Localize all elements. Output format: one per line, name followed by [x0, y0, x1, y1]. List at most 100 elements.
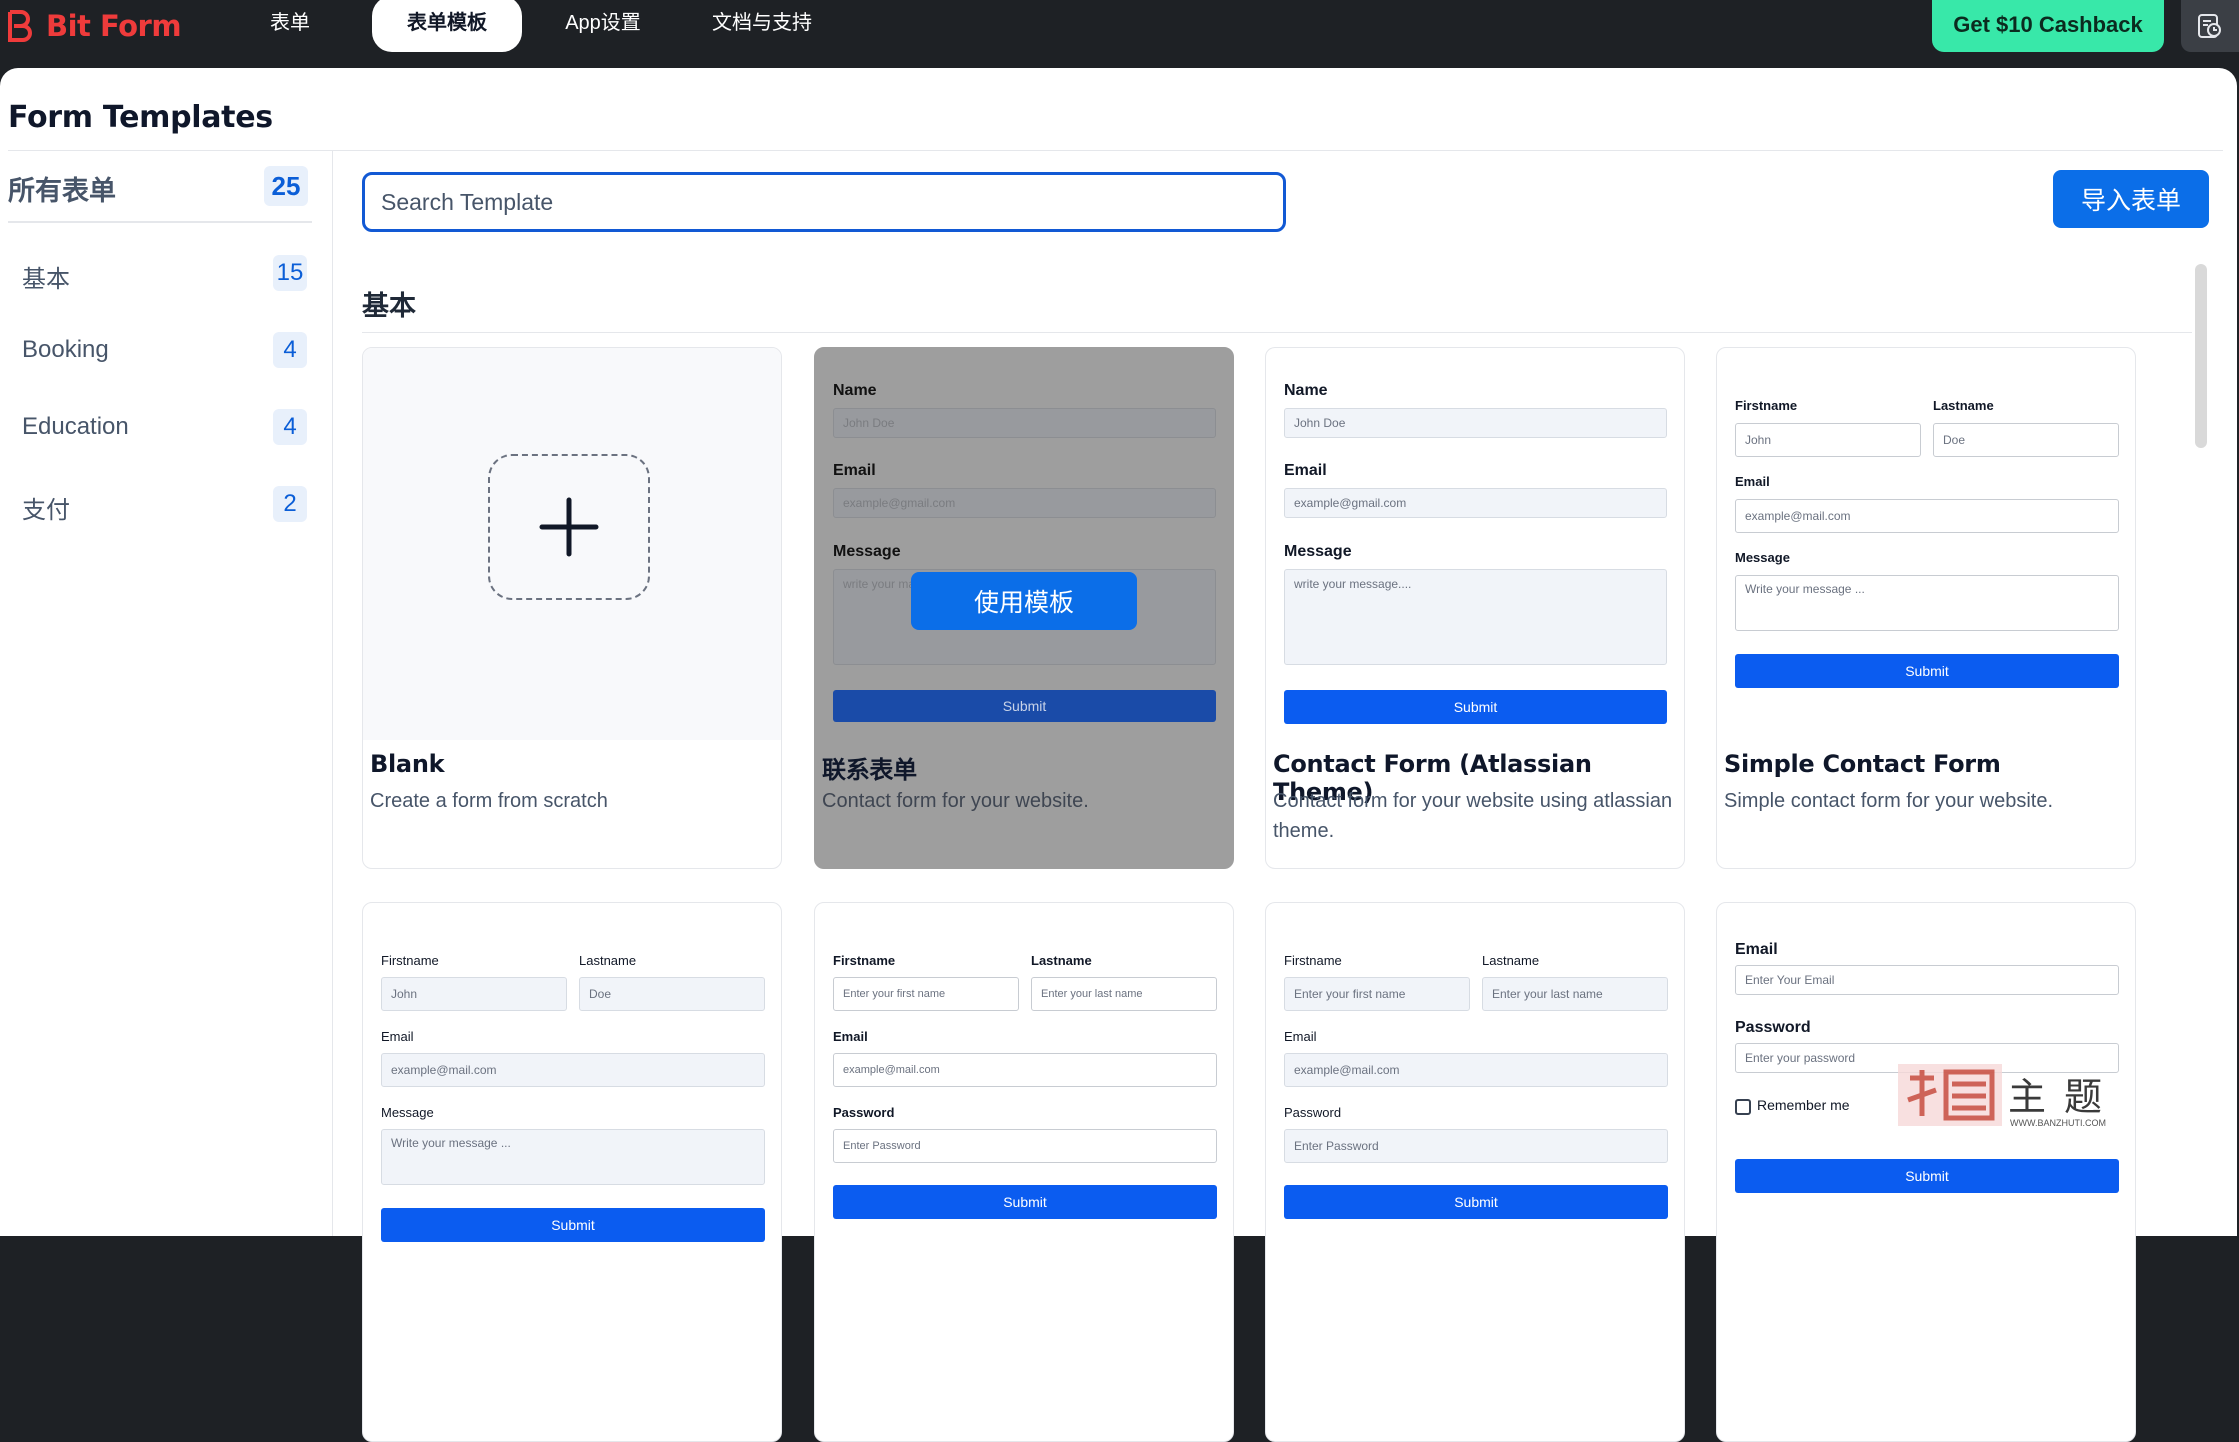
template-name: Simple Contact Form [1724, 750, 2001, 778]
firstname-input: John [1735, 423, 1921, 457]
lastname-input: Enter your last name [1482, 977, 1668, 1011]
firstname-input: Enter your first name [833, 977, 1019, 1011]
section-divider [362, 332, 2192, 333]
template-description: Contact form for your website using atla… [1273, 790, 1673, 842]
changelog-icon [2198, 14, 2221, 38]
nav-forms[interactable]: 表单 [250, 0, 330, 50]
nav-app-settings[interactable]: App设置 [548, 0, 658, 50]
field-label: Email [833, 1029, 868, 1044]
email-input: example@mail.com [1284, 1053, 1668, 1087]
field-label: Firstname [1735, 398, 1798, 413]
password-input: Enter Password [833, 1129, 1217, 1163]
template-card-row2-3[interactable]: Firstname Lastname Enter your first name… [1265, 902, 1685, 1442]
category-count-badge: 4 [273, 409, 307, 445]
category-count-badge: 15 [273, 255, 307, 291]
category-payment[interactable]: 支付 2 [8, 474, 312, 534]
section-title: 基本 [362, 291, 416, 321]
template-card-row2-1[interactable]: Firstname Lastname John Doe Email exampl… [362, 902, 782, 1442]
email-input: example@mail.com [1735, 499, 2119, 533]
message-input: Write your message ... [1735, 575, 2119, 631]
category-basic[interactable]: 基本 15 [8, 243, 312, 303]
email-input: example@mail.com [381, 1053, 765, 1087]
category-booking[interactable]: Booking 4 [8, 320, 312, 380]
use-template-button[interactable]: 使用模板 [911, 572, 1137, 630]
template-name: Blank [370, 750, 445, 778]
lastname-input: Doe [579, 977, 765, 1011]
app-name: Bit Form [46, 9, 182, 43]
template-card-contact-form[interactable]: Name John Doe Email example@gmail.com Me… [814, 347, 1234, 869]
field-label: Firstname [833, 953, 896, 968]
preview-submit-button: Submit [1735, 1159, 2119, 1193]
preview-submit-button: Submit [833, 690, 1216, 722]
email-input: example@mail.com [833, 1053, 1217, 1087]
template-description: Create a form from scratch [370, 790, 608, 812]
field-label: Email [1735, 941, 1778, 958]
message-input: Write your message ... [381, 1129, 765, 1185]
template-name: 联系表单 [822, 756, 917, 784]
category-education[interactable]: Education 4 [8, 397, 312, 457]
field-label: Email [381, 1029, 414, 1044]
template-card-row2-4[interactable]: Email Enter Your Email Password Enter yo… [1716, 902, 2136, 1442]
add-blank-box [488, 454, 650, 600]
email-input: example@gmail.com [833, 488, 1216, 518]
template-card-blank[interactable]: Blank Create a form from scratch [362, 347, 782, 869]
field-label: Lastname [1933, 398, 1994, 413]
bit-form-logo-icon [8, 10, 32, 42]
field-label: Message [833, 543, 901, 560]
field-label: Message [381, 1105, 434, 1120]
field-label: Firstname [381, 953, 439, 968]
category-sidebar: 所有表单 25 基本 15 Booking 4 Education 4 支付 2 [0, 151, 333, 1236]
field-label: Lastname [1482, 953, 1540, 968]
remember-label: Remember me [1757, 1097, 1850, 1113]
remember-checkbox [1735, 1099, 1751, 1115]
title-divider [8, 150, 2223, 151]
search-template-input[interactable] [362, 172, 1286, 232]
watermark-site: WWW.BANZHUTI.COM [2010, 1118, 2106, 1128]
scrollbar-thumb[interactable] [2195, 264, 2207, 448]
template-preview [363, 348, 781, 740]
template-card-contact-atlassian[interactable]: Name John Doe Email example@gmail.com Me… [1265, 347, 1685, 869]
brand-logo[interactable]: Bit Form [6, 6, 182, 46]
category-label: Booking [22, 336, 109, 363]
preview-submit-button: Submit [1284, 1185, 1668, 1219]
template-preview: Firstname Lastname Enter your first name… [815, 903, 1233, 1295]
category-count-badge: 25 [264, 166, 308, 206]
field-label: Email [1284, 1029, 1317, 1044]
preview-submit-button: Submit [833, 1185, 1217, 1219]
category-all[interactable]: 所有表单 25 [8, 151, 312, 223]
template-card-row2-2[interactable]: Firstname Lastname Enter your first name… [814, 902, 1234, 1442]
field-label: Password [1735, 1019, 1811, 1036]
nav-docs-support[interactable]: 文档与支持 [700, 0, 824, 50]
import-form-button[interactable]: 导入表单 [2053, 170, 2209, 228]
category-label: 基本 [22, 266, 70, 293]
changelog-button[interactable] [2181, 0, 2239, 52]
firstname-input: John [381, 977, 567, 1011]
field-label: Name [1284, 382, 1328, 399]
lastname-input: Doe [1933, 423, 2119, 457]
field-label: Email [1284, 462, 1327, 479]
template-card-simple-contact[interactable]: Firstname Lastname John Doe Email exampl… [1716, 347, 2136, 869]
cashback-button[interactable]: Get $10 Cashback [1932, 0, 2164, 52]
category-count-badge: 4 [273, 332, 307, 368]
field-label: Email [1735, 474, 1770, 489]
field-label: Firstname [1284, 953, 1342, 968]
message-input: write your message.... [1284, 569, 1667, 665]
password-input: Enter Password [1284, 1129, 1668, 1163]
email-input: example@gmail.com [1284, 488, 1667, 518]
page-title: Form Templates [8, 100, 273, 135]
template-preview: Firstname Lastname Enter your first name… [1266, 903, 1684, 1295]
watermark-logo: 主题 WWW.BANZHUTI.COM [1896, 1060, 2126, 1132]
category-label: 支付 [22, 497, 70, 524]
category-count-badge: 2 [273, 486, 307, 522]
top-bar: Bit Form 表单 表单模板 App设置 文档与支持 Get $10 Cas… [0, 0, 2239, 68]
lastname-input: Enter your last name [1031, 977, 1217, 1011]
email-input: Enter Your Email [1735, 965, 2119, 995]
preview-submit-button: Submit [381, 1208, 765, 1242]
watermark-text: 主题 [2008, 1075, 2121, 1119]
preview-submit-button: Submit [1735, 654, 2119, 688]
nav-form-templates[interactable]: 表单模板 [372, 0, 522, 52]
field-label: Message [1735, 550, 1790, 565]
template-preview: Firstname Lastname John Doe Email exampl… [1717, 348, 2135, 740]
preview-submit-button: Submit [1284, 690, 1667, 724]
category-label: Education [22, 413, 129, 440]
